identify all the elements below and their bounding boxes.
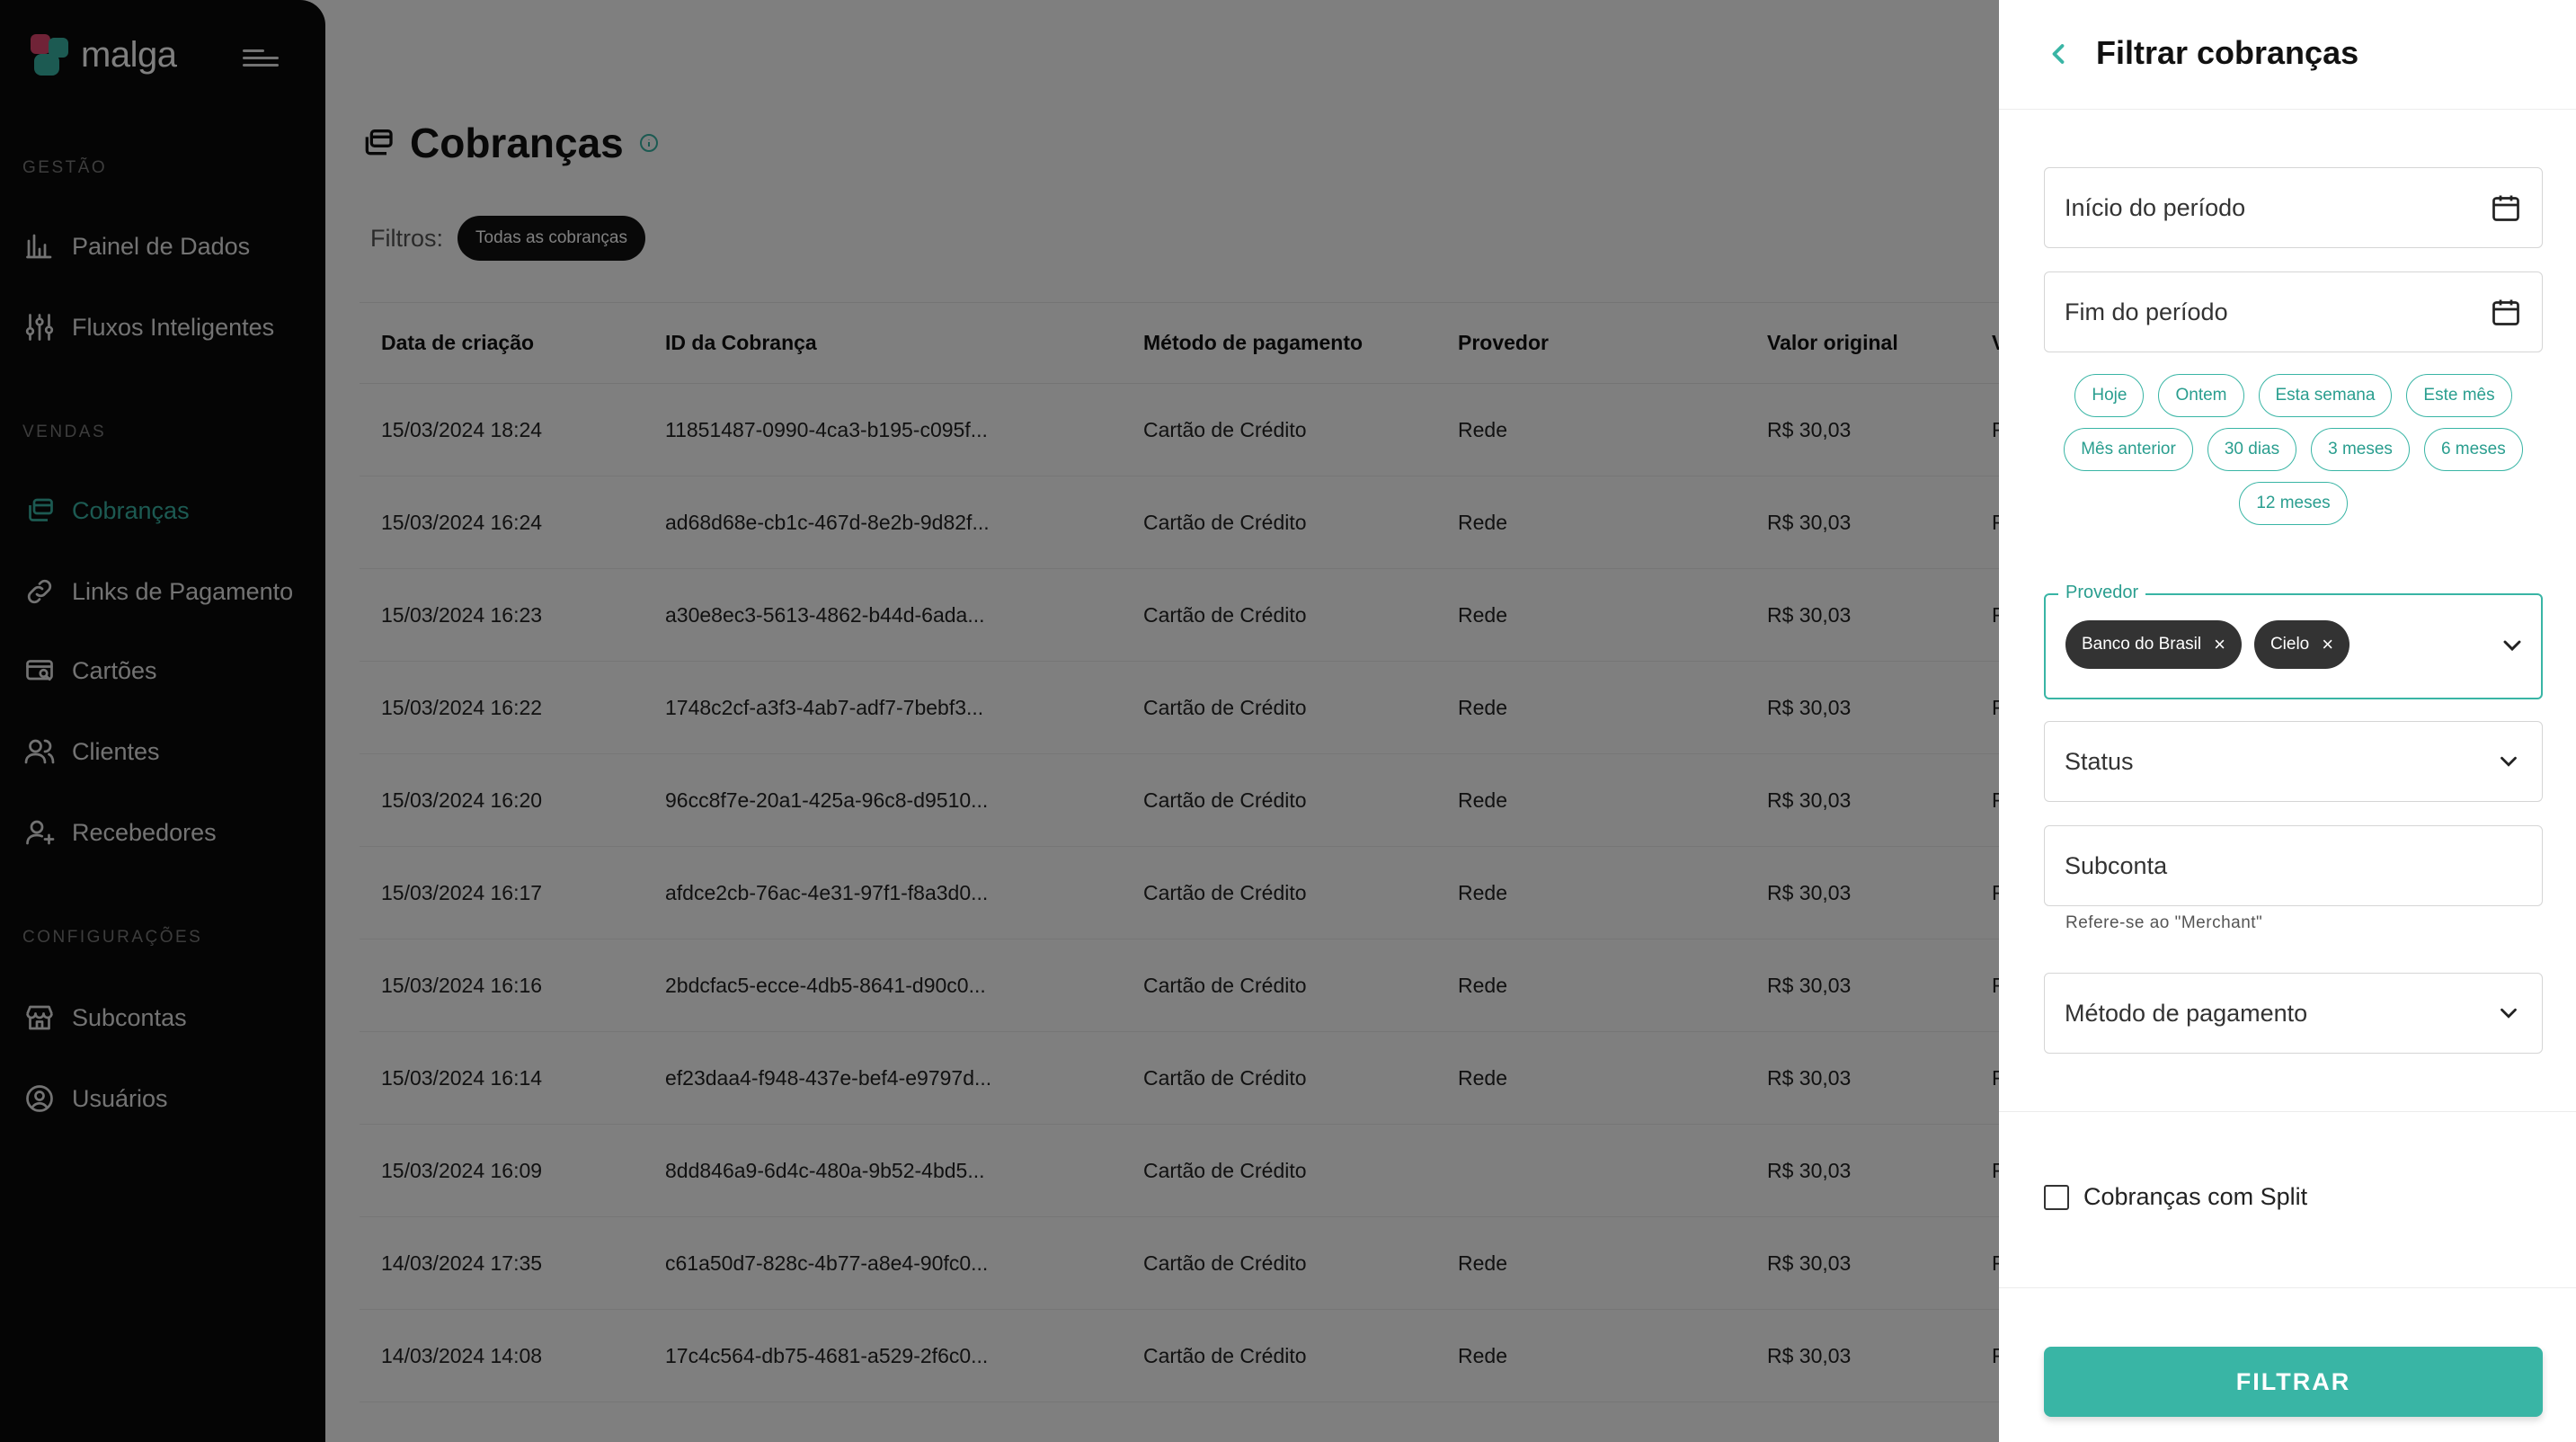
payment-method-label: Método de pagamento bbox=[2065, 999, 2308, 1027]
divider bbox=[1999, 1111, 2576, 1112]
chevron-down-icon bbox=[2500, 756, 2517, 767]
back-arrow-icon[interactable] bbox=[2042, 36, 2074, 72]
provider-label: Provedor bbox=[2058, 583, 2146, 603]
quick-range-pill[interactable]: Este mês bbox=[2406, 374, 2512, 417]
provider-tag: Banco do Brasil × bbox=[2065, 620, 2242, 669]
calendar-icon[interactable] bbox=[2490, 296, 2522, 328]
provider-select[interactable]: Provedor Banco do Brasil × Cielo × bbox=[2044, 583, 2543, 699]
quick-range-pill[interactable]: Hoje bbox=[2074, 374, 2145, 417]
chevron-down-icon[interactable] bbox=[2498, 631, 2527, 660]
calendar-icon[interactable] bbox=[2490, 191, 2522, 224]
drawer-title: Filtrar cobranças bbox=[2096, 34, 2359, 71]
split-checkbox[interactable] bbox=[2044, 1184, 2069, 1210]
start-period-input[interactable]: Início do período bbox=[2044, 167, 2543, 248]
quick-range-pill[interactable]: Mês anterior bbox=[2064, 428, 2193, 471]
start-period-placeholder: Início do período bbox=[2065, 193, 2246, 221]
quick-range-pill[interactable]: Ontem bbox=[2158, 374, 2244, 417]
quick-range-pill[interactable]: 6 meses bbox=[2423, 428, 2523, 471]
quick-range-pill[interactable]: 12 meses bbox=[2239, 482, 2348, 525]
provider-tag-label: Cielo bbox=[2270, 635, 2310, 654]
split-checkbox-row[interactable]: Cobranças com Split bbox=[2044, 1183, 2307, 1211]
provider-tag-label: Banco do Brasil bbox=[2082, 635, 2202, 654]
subconta-helper-text: Refere-se ao "Merchant" bbox=[2065, 913, 2263, 932]
end-period-placeholder: Fim do período bbox=[2065, 298, 2228, 325]
status-label: Status bbox=[2065, 747, 2134, 775]
payment-method-select[interactable]: Método de pagamento bbox=[2044, 973, 2543, 1054]
drawer-header: Filtrar cobranças bbox=[1999, 0, 2576, 110]
modal-backdrop[interactable] bbox=[0, 0, 1999, 1442]
subconta-label: Subconta bbox=[2065, 851, 2168, 879]
filter-submit-button[interactable]: FILTRAR bbox=[2044, 1347, 2543, 1417]
chevron-down-icon bbox=[2500, 1008, 2517, 1019]
filter-drawer: Filtrar cobranças Início do período Fim … bbox=[1999, 0, 2576, 1442]
status-select[interactable]: Status bbox=[2044, 721, 2543, 802]
end-period-input[interactable]: Fim do período bbox=[2044, 271, 2543, 352]
divider bbox=[1999, 1287, 2576, 1288]
quick-range-pills: Hoje Ontem Esta semana Este mês Mês anterior… bbox=[2044, 374, 2543, 525]
provider-tag: Cielo × bbox=[2253, 620, 2350, 669]
provider-tags: Banco do Brasil × Cielo × bbox=[2065, 620, 2350, 669]
quick-range-pill[interactable]: 3 meses bbox=[2311, 428, 2410, 471]
subconta-input[interactable]: Subconta bbox=[2044, 825, 2543, 906]
quick-range-pill[interactable]: Esta semana bbox=[2258, 374, 2393, 417]
split-checkbox-label: Cobranças com Split bbox=[2083, 1183, 2308, 1210]
close-icon[interactable]: × bbox=[2322, 633, 2333, 656]
close-icon[interactable]: × bbox=[2214, 633, 2225, 656]
quick-range-pill[interactable]: 30 dias bbox=[2207, 428, 2297, 471]
